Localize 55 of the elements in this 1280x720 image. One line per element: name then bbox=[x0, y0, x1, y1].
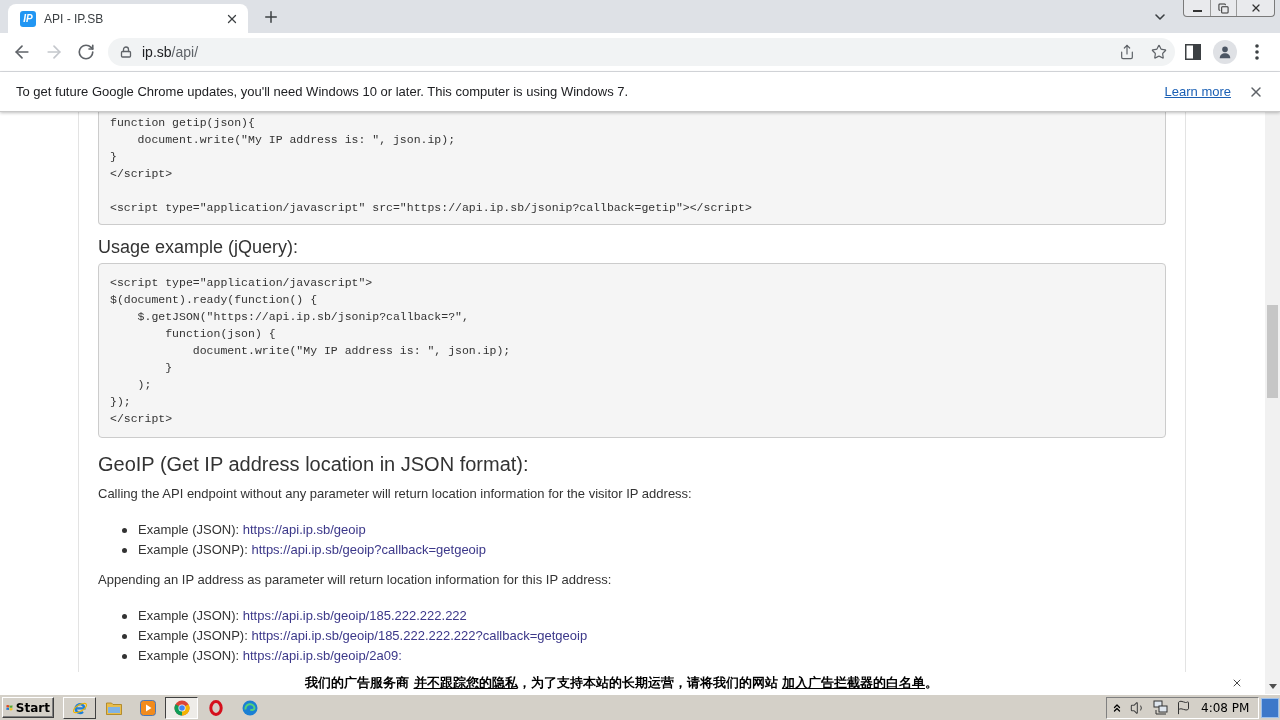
scrollbar-thumb[interactable] bbox=[1267, 305, 1278, 398]
section-subheading: Usage example (jQuery): bbox=[98, 236, 300, 259]
bullet-icon bbox=[122, 633, 127, 639]
network-icon[interactable] bbox=[1153, 699, 1169, 716]
notice-link[interactable]: 并不跟踪您的隐私 bbox=[413, 675, 518, 691]
paragraph: Appending an IP address as parameter will return location information for this IP address: bbox=[98, 571, 613, 589]
infobar-message: To get future Google Chrome updates, you'll need Windows 10 or later. This computer is using Windows 7. bbox=[16, 82, 629, 101]
list-item-text: Example (JSON): https://api.ip.sb/geoip/185.222.222.222 bbox=[138, 607, 467, 626]
reload-icon bbox=[77, 43, 95, 61]
code-block: <script type="application/javascript"> $(document).ready(function() { $.getJSON("https://api.ip.sb/jsonip?callback=?", function(json) { document.write("My IP address is: ", json.ip); } ); }); </script> bbox=[98, 263, 1166, 438]
bullet-icon bbox=[122, 547, 127, 553]
close-icon bbox=[1231, 677, 1243, 689]
list-item-text: Example (JSON): https://api.ip.sb/geoip/2a09: bbox=[138, 647, 402, 666]
bookmark-star-icon[interactable] bbox=[1151, 44, 1167, 60]
close-banner-button[interactable] bbox=[1231, 677, 1243, 689]
learn-more-link[interactable]: Learn more bbox=[1164, 81, 1231, 102]
bullet-icon bbox=[122, 527, 127, 533]
address-bar[interactable]: ip.sb/api/ bbox=[108, 38, 1175, 66]
bullet-icon bbox=[122, 613, 127, 619]
scroll-down-icon[interactable] bbox=[1268, 684, 1277, 689]
flag-icon[interactable] bbox=[1176, 700, 1191, 715]
url-link[interactable]: https://api.ip.sb/geoip/2a09: bbox=[242, 648, 402, 664]
restore-icon bbox=[1218, 2, 1229, 14]
profile-avatar-icon[interactable] bbox=[1213, 40, 1237, 64]
browser-tab[interactable]: IP API - IP.SB bbox=[8, 4, 248, 33]
lock-icon bbox=[120, 46, 132, 58]
taskbar-button[interactable] bbox=[165, 696, 198, 719]
ring-icon bbox=[207, 699, 224, 716]
play-tile-icon bbox=[139, 699, 156, 716]
start-button[interactable]: Start bbox=[2, 697, 54, 718]
folder-icon bbox=[105, 700, 122, 715]
menu-icon bbox=[1255, 44, 1259, 60]
segmented-circle-icon bbox=[173, 699, 190, 716]
clock-time: 4:08 PM bbox=[1201, 699, 1250, 717]
notice-link[interactable]: 加入广告拦截器的白名单 bbox=[782, 675, 926, 691]
bullet-icon bbox=[122, 653, 127, 659]
paragraph: Calling the API endpoint without any parameter will return location information for the visitor IP address: bbox=[98, 485, 693, 503]
url-host: ip.sb bbox=[142, 42, 172, 62]
minimize-icon bbox=[1192, 10, 1202, 12]
url-path: /api/ bbox=[171, 42, 199, 62]
swirl-icon bbox=[241, 699, 258, 716]
share-icon[interactable] bbox=[1119, 44, 1135, 60]
code-block: function getip(json){ document.write("My IP address is: ", json.ip); } </script> <script type="application/javascript" src="https://api.ip.sb/jsonip?callback=getip"></script> bbox=[98, 112, 1166, 225]
url-link[interactable]: https://api.ip.sb/geoip/185.222.222.222?callback=getgeoip bbox=[251, 628, 588, 644]
list-item-text: Example (JSONP): https://api.ip.sb/geoip/185.222.222.222?callback=getgeoip bbox=[138, 627, 588, 646]
section-heading: GeoIP (Get IP address location in JSON format): bbox=[98, 452, 530, 477]
url-link[interactable]: https://api.ip.sb/geoip/185.222.222.222 bbox=[242, 608, 467, 624]
desktop-icon[interactable] bbox=[1261, 697, 1279, 718]
url-link[interactable]: https://api.ip.sb/geoip?callback=getgeoip bbox=[251, 542, 486, 558]
list-item-text: Example (JSON): https://api.ip.sb/geoip bbox=[138, 521, 366, 540]
ad-notice-text: 我们的广告服务商 并不跟踪您的隐私，为了支持本站的长期运营，请将我们的网站 加入广告拦截器的白名单。 bbox=[304, 674, 939, 693]
side-panel-icon bbox=[1185, 44, 1201, 60]
url-link[interactable]: https://api.ip.sb/geoip bbox=[242, 522, 366, 538]
list-item-text: Example (JSONP): https://api.ip.sb/geoip?callback=getgeoip bbox=[138, 541, 486, 560]
favicon-logo: IP bbox=[20, 10, 36, 27]
